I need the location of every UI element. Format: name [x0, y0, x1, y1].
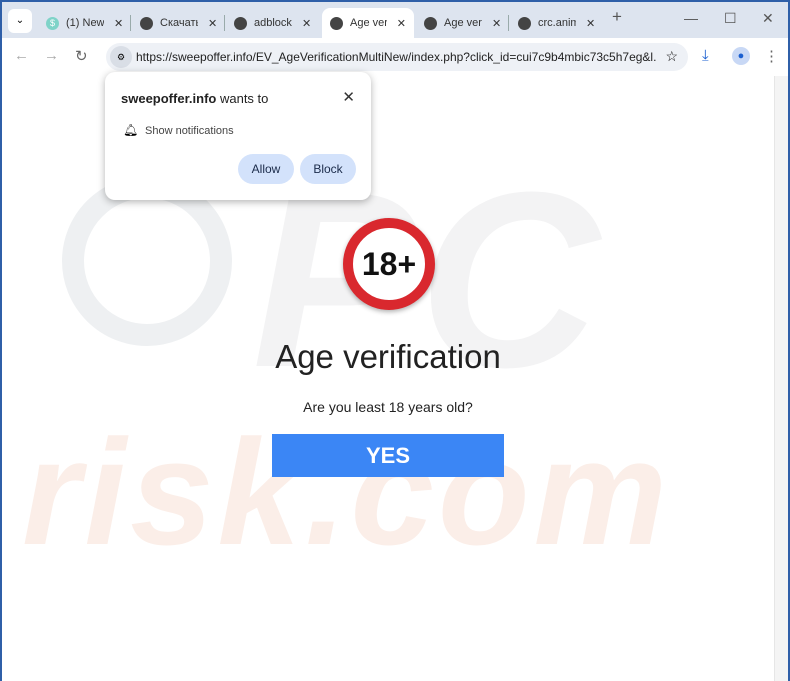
tab[interactable]: adblock ✕	[226, 8, 319, 38]
minimize-button[interactable]: —	[684, 10, 698, 26]
globe-icon	[424, 16, 437, 30]
close-window-button[interactable]: ✕	[762, 10, 774, 27]
url-text[interactable]: https://sweepoffer.info/EV_AgeVerificati…	[136, 50, 656, 64]
close-tab-icon[interactable]: ✕	[114, 17, 123, 30]
bookmark-star-icon[interactable]: ☆	[665, 48, 678, 65]
close-tab-icon[interactable]: ✕	[492, 17, 501, 30]
bell-icon: 🔔︎	[123, 123, 139, 137]
permission-label: Show notifications	[145, 125, 234, 137]
tab-search-button[interactable]: ⌄	[8, 9, 32, 33]
menu-kebab-icon[interactable]: ⋮	[764, 47, 779, 65]
popup-heading: sweepoffer.info wants to	[121, 91, 268, 106]
popup-site: sweepoffer.info	[121, 91, 217, 106]
profile-avatar[interactable]: ●	[732, 47, 750, 65]
close-tab-icon[interactable]: ✕	[397, 17, 406, 30]
globe-icon	[518, 16, 531, 30]
site-info-icon[interactable]: ⚙	[110, 46, 132, 68]
tab[interactable]: Скачать ✕	[132, 8, 225, 38]
download-icon[interactable]: ⤓	[702, 47, 709, 64]
address-bar[interactable]: ⚙ https://sweepoffer.info/EV_AgeVerifica…	[106, 43, 688, 71]
close-tab-icon[interactable]: ✕	[302, 17, 311, 30]
forward-button[interactable]: →	[44, 47, 59, 64]
tab[interactable]: $ (1) New ✕	[38, 8, 131, 38]
globe-icon	[140, 16, 153, 30]
close-tab-icon[interactable]: ✕	[208, 17, 217, 30]
tab-divider	[224, 15, 225, 31]
watermark-magnifier	[62, 176, 232, 346]
tab-divider	[130, 15, 131, 31]
allow-button[interactable]: Allow	[238, 154, 294, 184]
notification-permission-popup: sweepoffer.info wants to ✕ 🔔︎ Show notif…	[105, 72, 371, 200]
dollar-favicon-icon: $	[46, 16, 59, 30]
tab-strip: ⌄ $ (1) New ✕ Скачать ✕ adblock ✕ Age ver ✕ A…	[2, 2, 788, 38]
tab[interactable]: Age ver ✕	[416, 8, 509, 38]
watermark-risk: risk.com	[22, 408, 671, 576]
yes-button[interactable]: YES	[272, 434, 504, 477]
tab-divider	[508, 15, 509, 31]
page-title: Age verification	[275, 338, 501, 375]
age-18-badge: 18+	[343, 218, 435, 310]
toolbar: ← → ↻ ⚙ https://sweepoffer.info/EV_AgeVe…	[2, 38, 788, 76]
globe-icon	[234, 16, 247, 30]
block-button[interactable]: Block	[300, 154, 356, 184]
popup-wants: wants to	[216, 91, 269, 106]
close-icon[interactable]: ✕	[342, 88, 355, 106]
close-tab-icon[interactable]: ✕	[586, 17, 595, 30]
back-button[interactable]: ←	[14, 47, 29, 64]
tab-active[interactable]: Age ver ✕	[322, 8, 414, 38]
tab[interactable]: crc.anim ✕	[510, 8, 603, 38]
globe-icon	[330, 16, 343, 30]
scrollbar[interactable]	[774, 76, 788, 681]
new-tab-button[interactable]: +	[612, 7, 622, 27]
age-question: Are you least 18 years old?	[303, 399, 473, 415]
reload-button[interactable]: ↻	[75, 47, 88, 65]
maximize-button[interactable]: ☐	[724, 10, 737, 27]
